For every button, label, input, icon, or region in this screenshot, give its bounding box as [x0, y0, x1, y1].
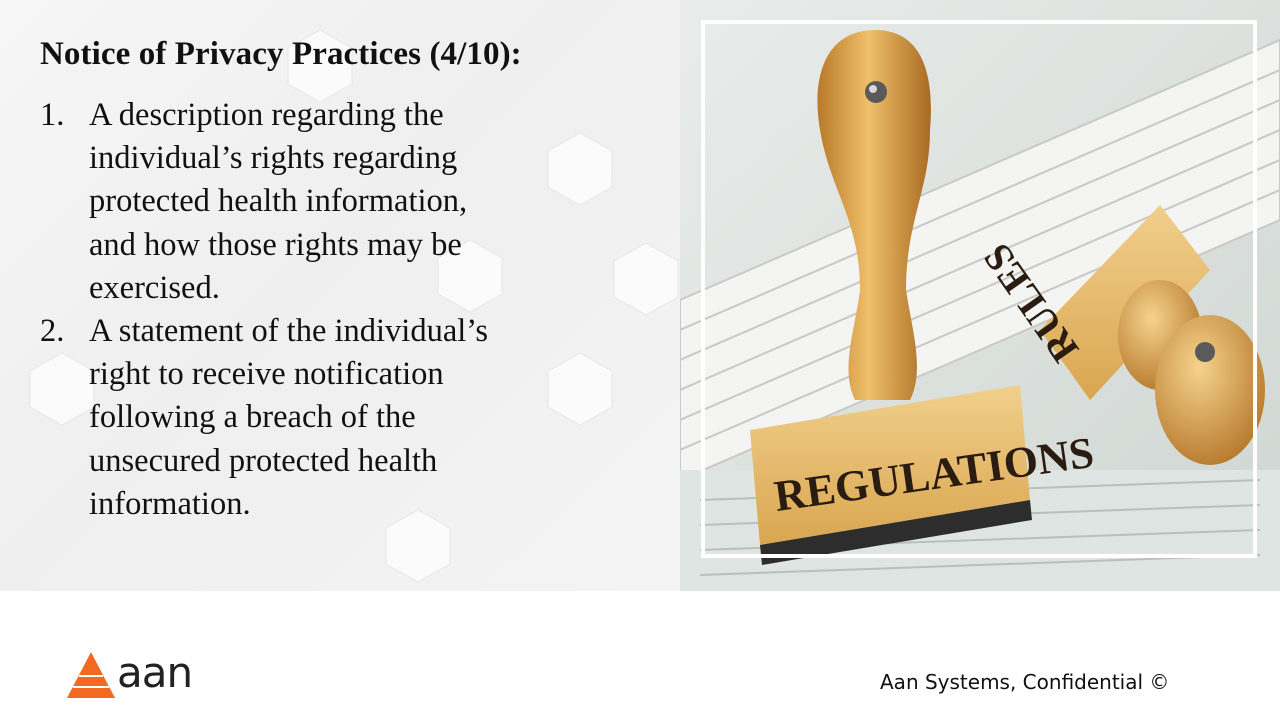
list-number: 1. — [40, 97, 65, 133]
list-line: exercised. — [89, 269, 220, 306]
text-panel: Notice of Privacy Practices (4/10): 1. A… — [0, 0, 680, 591]
list-line: following a breach of the — [89, 399, 416, 436]
aan-logo: aan — [67, 648, 197, 702]
list-line: and how those rights may be — [89, 226, 462, 263]
photo-frame — [701, 20, 1257, 558]
confidential-notice: Aan Systems, Confidential © — [880, 670, 1170, 694]
list-line: A statement of the individual’s — [89, 313, 488, 350]
list-item: 1. A description regarding the individua… — [40, 94, 640, 310]
privacy-practices-list: 1. A description regarding the individua… — [40, 94, 640, 526]
list-line: A description regarding the — [89, 97, 444, 133]
list-line: protected health information, — [89, 183, 468, 220]
slide-title: Notice of Privacy Practices (4/10): — [40, 36, 522, 72]
list-line: unsecured protected health — [89, 442, 438, 479]
list-number: 2. — [40, 313, 65, 350]
list-item: 2. A statement of the individual’s right… — [40, 310, 640, 526]
list-line: information. — [89, 485, 251, 522]
list-line: right to receive notification — [89, 356, 444, 393]
slide-content: Notice of Privacy Practices (4/10): 1. A… — [0, 0, 1280, 591]
list-line: individual’s rights regarding — [89, 140, 458, 177]
logo-text: aan — [117, 648, 193, 697]
triangle-logo-icon — [67, 652, 115, 698]
